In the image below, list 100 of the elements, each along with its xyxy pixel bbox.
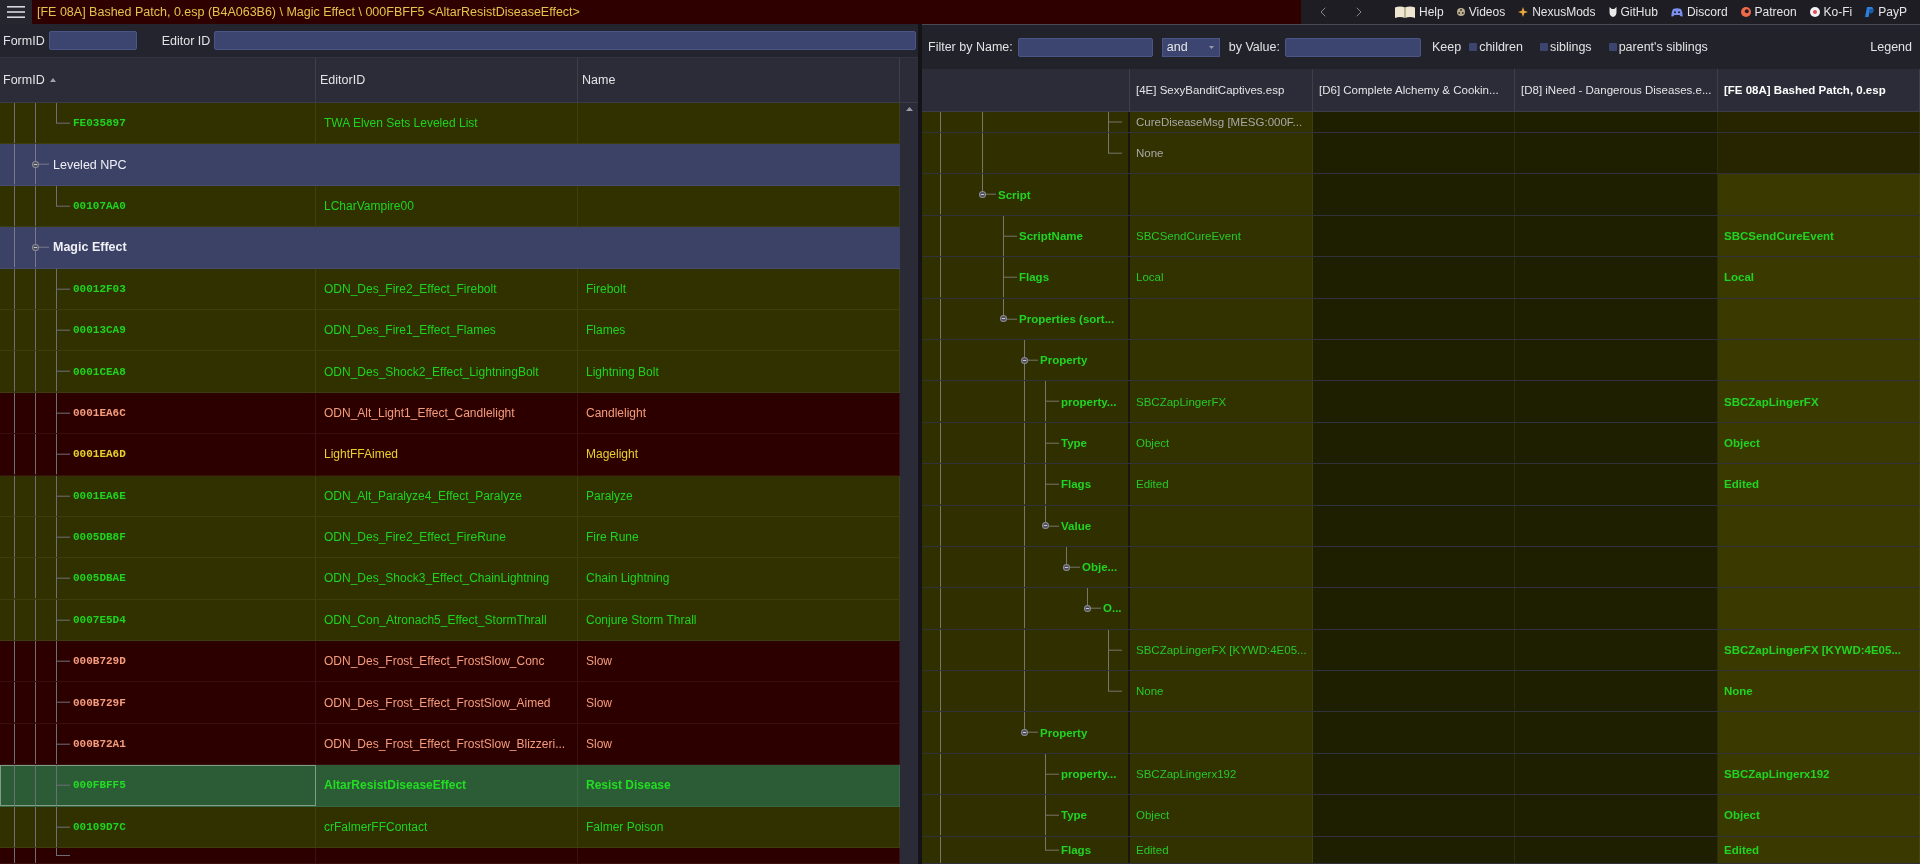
header-link[interactable]: PayP [1865, 5, 1907, 19]
record-row[interactable]: 00013CA9 ODN_Des_Fire1_Effect_Flames Flames [0, 309, 900, 352]
tree-cell[interactable]: Flags [922, 257, 1130, 298]
collapse-icon[interactable] [1084, 605, 1091, 612]
record-row[interactable]: 00107AA0 LCharVampire00 [0, 185, 900, 228]
record-name: Magelight [586, 447, 639, 462]
tree-cell[interactable]: Type [922, 795, 1130, 836]
form-id-label: FormID [3, 33, 45, 48]
menu-icon [7, 6, 25, 18]
form-id: 00012F03 [73, 282, 126, 295]
checkbox[interactable] [1608, 43, 1617, 51]
editor-id-field[interactable] [214, 31, 916, 50]
header-link[interactable]: Videos [1456, 5, 1506, 19]
header-link[interactable]: Help [1395, 5, 1444, 19]
checkbox-label[interactable]: siblings [1549, 40, 1592, 54]
column-header[interactable]: [D6] Complete Alchemy & Cookin... [1313, 69, 1515, 111]
record-name: Candlelight [586, 405, 647, 420]
tree-cell[interactable]: Flags [922, 836, 1130, 863]
checkbox[interactable] [1539, 43, 1548, 51]
collapse-icon[interactable] [1021, 356, 1028, 364]
value-cell: None [1130, 133, 1313, 174]
record-name: Falmer Poison [586, 819, 664, 834]
scroll-up-icon [905, 107, 913, 111]
value-cell: Edited [1718, 464, 1920, 505]
record-row[interactable]: 0001EA6E ODN_Alt_Paralyze4_Effect_Paralyze Paralyze [0, 475, 900, 517]
record-row[interactable]: 000B729F ODN_Des_Frost_Effect_FrostSlow_Aimed Slow [0, 682, 900, 724]
tree-cell[interactable]: Property [922, 339, 1130, 381]
name-filter-field[interactable] [1017, 37, 1153, 57]
header-link[interactable]: GitHub [1608, 5, 1658, 19]
record-row[interactable]: 0007E5D4 ODN_Con_Atronach5_Effect_StormThrall Conjure Storm Thrall [0, 599, 900, 642]
collapse-icon[interactable] [1042, 522, 1049, 530]
record-row[interactable]: 000B729D ODN_Des_Frost_Effect_FrostSlow_Conc Slow [0, 641, 900, 683]
field-label: Properties (sort... [1019, 312, 1115, 325]
record-row[interactable]: 000B72A1 ODN_Des_Frost_Effect_FrostSlow_Blizzeri... Slow [0, 723, 900, 766]
value-cell: Object [1130, 795, 1313, 836]
tree-cell[interactable]: Property [922, 712, 1130, 753]
pane-splitter[interactable] [918, 24, 922, 864]
tree-cell[interactable]: Type [922, 422, 1130, 464]
record-row[interactable] [0, 848, 900, 864]
value-cell: Local [1130, 257, 1313, 298]
cat-icon [1608, 7, 1617, 17]
tree-cell[interactable]: O... [922, 588, 1130, 629]
collapse-icon[interactable] [1063, 563, 1070, 571]
column-header[interactable]: FormID [0, 58, 316, 102]
collapse-icon[interactable] [32, 243, 39, 251]
record-row[interactable]: 0001EA6C ODN_Alt_Light1_Effect_Candlelight Candlelight [0, 392, 900, 435]
form-id-field[interactable] [48, 31, 137, 50]
operator-dropdown[interactable]: and [1161, 37, 1220, 57]
record-row[interactable]: 0001EA6D LightFFAimed Magelight [0, 434, 900, 476]
form-id: 00107AA0 [73, 199, 126, 212]
collapse-icon[interactable] [979, 191, 986, 199]
record-row[interactable]: 00109D7C crFalmerFFContact Falmer Poison [0, 806, 900, 849]
tree-cell[interactable]: property... [922, 753, 1130, 795]
header-link[interactable]: Patreon [1740, 5, 1797, 19]
tree-cell[interactable]: Obje... [922, 546, 1130, 588]
checkbox-label[interactable]: children [1479, 40, 1523, 54]
value-filter-label: by Value: [1228, 40, 1280, 54]
field-label: property... [1061, 768, 1117, 781]
tree-cell[interactable]: Script [922, 174, 1130, 215]
tree-cell[interactable]: ScriptName [922, 215, 1130, 257]
header-link[interactable]: NexusMods [1518, 5, 1596, 19]
editor-id: ODN_Des_Frost_Effect_FrostSlow_Blizzeri... [324, 737, 566, 752]
header-link[interactable]: Discord [1670, 5, 1728, 19]
record-row[interactable]: 000FBFF5 AltarResistDiseaseEffect Resist Disease [0, 765, 900, 807]
column-header[interactable]: Name [578, 58, 900, 102]
collapse-icon[interactable] [1000, 315, 1007, 323]
record-row[interactable]: FE035897 TWA Elven Sets Leveled List [0, 103, 900, 145]
tree-cell[interactable]: Properties (sort... [922, 298, 1130, 339]
group-row[interactable]: Magic Effect [0, 227, 900, 269]
value-cell: SBCSendCureEvent [1718, 215, 1920, 257]
collapse-icon[interactable] [32, 161, 39, 169]
group-row[interactable]: Leveled NPC [0, 144, 900, 186]
value-cell: SBCZapLingerx192 [1718, 753, 1920, 795]
editor-id: ODN_Con_Atronach5_Effect_StormThrall [324, 612, 547, 627]
record-row[interactable]: 0001CEA8 ODN_Des_Shock2_Effect_LightningBolt Lightning Bolt [0, 351, 900, 393]
tree-cell[interactable]: property... [922, 381, 1130, 422]
value-filter-field[interactable] [1284, 37, 1421, 57]
column-header[interactable]: [FE 08A] Bashed Patch, 0.esp [1718, 69, 1920, 111]
header-link[interactable]: Ko-Fi [1809, 5, 1853, 19]
book-icon [1395, 6, 1415, 18]
checkbox-label[interactable]: parent's siblings [1618, 40, 1708, 54]
tree-cell[interactable]: Flags [922, 464, 1130, 505]
tree-cell[interactable]: Value [922, 505, 1130, 546]
column-header[interactable]: [D8] iNeed - Dangerous Diseases.e... [1515, 69, 1718, 111]
record-name: Slow [586, 737, 612, 752]
editor-id: ODN_Des_Fire2_Effect_Firebolt [324, 281, 497, 296]
column-header[interactable]: EditorID [316, 58, 578, 102]
menu-button[interactable] [0, 0, 32, 24]
editor-id: ODN_Des_Frost_Effect_FrostSlow_Aimed [324, 695, 551, 710]
record-row[interactable]: 0005DBAE ODN_Des_Shock3_Effect_ChainLightning Chain Lightning [0, 558, 900, 600]
collapse-icon[interactable] [1021, 729, 1028, 737]
value-cell: Edited [1130, 464, 1313, 505]
field-label: property... [1061, 395, 1117, 408]
legend-button[interactable]: Legend [1868, 40, 1914, 54]
form-id: 0005DBAE [73, 572, 126, 585]
record-row[interactable]: 0005DB8F ODN_Des_Fire2_Effect_FireRune Fire Rune [0, 516, 900, 559]
record-row[interactable]: 00012F03 ODN_Des_Fire2_Effect_Firebolt Firebolt [0, 268, 900, 310]
scrollbar[interactable] [900, 103, 918, 864]
checkbox[interactable] [1469, 43, 1478, 51]
column-header[interactable]: [4E] SexyBanditCaptives.esp [1130, 69, 1313, 111]
